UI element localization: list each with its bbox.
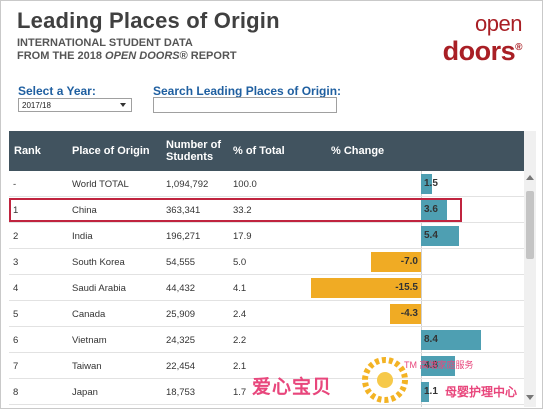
cell-students: 196,271 <box>166 231 201 242</box>
cell-students: 44,432 <box>166 283 196 294</box>
page-subtitle: INTERNATIONAL STUDENT DATA FROM THE 2018… <box>17 37 237 63</box>
china-row-highlight <box>9 198 462 222</box>
table-row[interactable]: 6 Vietnam 24,325 2.2 8.4 <box>9 327 524 353</box>
change-label: -7.0 <box>400 256 418 267</box>
logo-line-2: doors® <box>438 35 523 66</box>
scroll-thumb[interactable] <box>526 191 534 259</box>
cell-place: South Korea <box>72 257 125 268</box>
change-label: 8.4 <box>424 334 438 345</box>
subtitle-line-2: FROM THE 2018 OPEN DOORS® REPORT <box>17 50 237 63</box>
col-pct-change: % Change <box>331 145 385 157</box>
logo-registered-mark: ® <box>515 42 522 53</box>
cell-pct-total: 4.1 <box>233 283 247 294</box>
subtitle-em: OPEN DOORS <box>105 50 180 62</box>
cell-rank: 7 <box>13 361 19 372</box>
cell-pct-total: 100.0 <box>233 179 257 190</box>
cell-place: Taiwan <box>72 361 102 372</box>
table-row[interactable]: - World TOTAL 1,094,792 100.0 1.5 <box>9 171 524 197</box>
cell-students: 25,909 <box>166 309 196 320</box>
subtitle-prefix: FROM THE 2018 <box>17 50 106 62</box>
table-row[interactable]: 5 Canada 25,909 2.4 -4.3 <box>9 301 524 327</box>
table-header: Rank Place of Origin Number of Students … <box>9 131 524 171</box>
logo-line-1: open <box>475 11 522 36</box>
cell-place: Vietnam <box>72 335 107 346</box>
cell-place: India <box>72 231 93 242</box>
cell-students: 1,094,792 <box>166 179 209 190</box>
scroll-up-icon[interactable] <box>526 175 534 180</box>
watermark-right-text: 母婴护理中心 <box>445 385 518 399</box>
logo-word: doors <box>442 36 516 66</box>
col-place: Place of Origin <box>72 145 150 157</box>
cell-pct-total: 2.2 <box>233 335 247 346</box>
year-label: Select a Year: <box>18 84 96 98</box>
cell-rank: 4 <box>13 283 19 294</box>
cell-rank: 6 <box>13 335 19 346</box>
subtitle-line-1: INTERNATIONAL STUDENT DATA <box>17 37 193 49</box>
change-label: 1.1 <box>424 386 438 397</box>
cell-place: Japan <box>72 387 98 398</box>
page-title: Leading Places of Origin <box>17 8 280 33</box>
cell-rank: 5 <box>13 309 19 320</box>
cell-pct-total: 1.7 <box>233 387 247 398</box>
table-scrollbar[interactable] <box>524 131 536 407</box>
col-pct-total: % of Total <box>233 145 285 157</box>
cell-pct-total: 5.0 <box>233 257 247 268</box>
cell-pct-total: 17.9 <box>233 231 252 242</box>
subtitle-suffix: ® REPORT <box>179 50 237 62</box>
change-label: -4.3 <box>400 308 418 319</box>
scroll-down-icon[interactable] <box>526 395 534 400</box>
cell-rank: 8 <box>13 387 19 398</box>
year-select[interactable]: 2017/18 <box>18 98 132 112</box>
col-students: Number of Students <box>166 139 221 163</box>
watermark-tm-text: TM 高端家庭服务 <box>404 360 474 370</box>
cell-rank: 2 <box>13 231 19 242</box>
search-input[interactable] <box>153 97 337 113</box>
cell-students: 54,555 <box>166 257 196 268</box>
table-row[interactable]: 4 Saudi Arabia 44,432 4.1 -15.5 <box>9 275 524 301</box>
cell-place: World TOTAL <box>72 179 129 190</box>
change-label: 5.4 <box>424 230 438 241</box>
cell-pct-total: 2.4 <box>233 309 247 320</box>
watermark-sun-icon <box>362 357 408 403</box>
change-label: 1.5 <box>424 178 438 189</box>
cell-students: 18,753 <box>166 387 196 398</box>
change-label: -15.5 <box>395 282 418 293</box>
year-select-value: 2017/18 <box>22 101 51 110</box>
col-rank: Rank <box>14 145 41 157</box>
cell-place: Saudi Arabia <box>72 283 126 294</box>
cell-students: 22,454 <box>166 361 196 372</box>
table-row[interactable]: 3 South Korea 54,555 5.0 -7.0 <box>9 249 524 275</box>
chevron-down-icon <box>120 103 126 107</box>
cell-place: Canada <box>72 309 106 320</box>
search-label: Search Leading Places of Origin: <box>153 84 342 98</box>
cell-students: 24,325 <box>166 335 196 346</box>
open-doors-logo: open doors® <box>438 11 523 66</box>
watermark-left-text: 爱心宝贝 <box>252 377 333 398</box>
cell-rank: 3 <box>13 257 19 268</box>
cell-pct-total: 2.1 <box>233 361 247 372</box>
cell-rank: - <box>13 179 17 190</box>
table-row[interactable]: 2 India 196,271 17.9 5.4 <box>9 223 524 249</box>
